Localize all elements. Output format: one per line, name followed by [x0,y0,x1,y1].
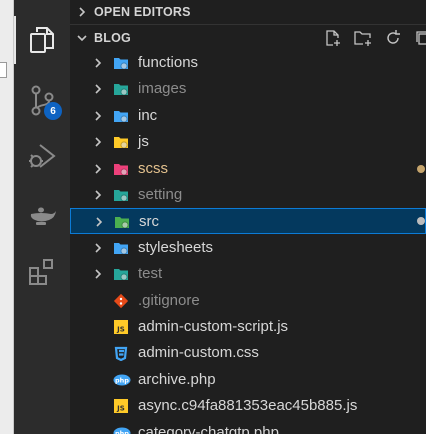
chevron-right-icon [70,6,94,18]
refresh-button[interactable] [382,27,404,49]
chevron-right-icon[interactable] [91,56,105,70]
new-folder-icon [354,31,371,46]
css-file-icon [113,345,129,362]
open-editors-title: OPEN EDITORS [94,5,191,19]
vscode-window: 6 OPEN EDITORS BLOG functions images inc… [0,0,426,434]
chevron-right-icon[interactable] [91,241,105,255]
svg-text:JS: JS [116,405,125,413]
new-folder-button[interactable] [352,27,374,49]
collapse-all-button[interactable] [412,27,426,49]
folder-stylesheets-icon [113,240,129,256]
chevron-right-icon[interactable] [91,109,105,123]
folder-header-actions [322,26,426,50]
tree-item-label: scss [138,159,168,177]
folder-test-icon [113,266,129,282]
file-row[interactable]: JS async.c94fa881353eac45b885.js [70,393,426,419]
section-divider [70,24,426,25]
folder-functions-icon [113,55,129,71]
js-file-icon: JS [113,398,129,414]
tree-item-label: archive.php [138,370,216,388]
tree-item-label: stylesheets [138,238,214,256]
adjacent-window-tab[interactable] [0,62,7,78]
folder-row-scss[interactable]: scss [70,156,426,182]
php-file-icon: php [113,372,131,388]
git-icon [113,293,129,309]
folder-title: BLOG [94,31,131,45]
refresh-icon [387,30,400,44]
extensions-icon [29,259,53,285]
new-file-icon [326,30,340,46]
folder-js-icon [113,134,129,150]
folder-header-blog[interactable]: BLOG [70,26,426,50]
svg-text:php: php [115,429,129,434]
adjacent-window-edge [0,0,14,434]
folder-row-functions[interactable]: functions [70,50,426,76]
tree-item-label: .gitignore [138,291,200,309]
collapse-all-icon [416,31,426,45]
file-row[interactable]: admin-custom.css [70,340,426,366]
file-row[interactable]: .gitignore [70,288,426,314]
chevron-right-icon[interactable] [92,215,106,229]
folder-src-icon [114,214,130,230]
open-editors-header[interactable]: OPEN EDITORS [70,0,426,24]
folder-row-images[interactable]: images [70,76,426,102]
run-debug-activity-button[interactable] [14,132,70,180]
file-row[interactable]: JS admin-custom-script.js [70,314,426,340]
tree-item-label: async.c94fa881353eac45b885.js [138,397,358,415]
tree-item-label: js [138,133,149,151]
activity-bar: 6 [14,0,70,434]
folder-scss-icon [113,161,129,177]
tree-item-label: category-chatgtp.php [138,423,279,434]
php-file-icon: php [113,425,131,434]
folder-setting-icon [113,187,129,203]
new-file-button[interactable] [322,27,344,49]
chevron-right-icon[interactable] [91,135,105,149]
folder-images-icon [113,81,129,97]
tree-item-label: admin-custom-script.js [138,318,289,335]
modified-indicator-dot [417,164,425,173]
svg-text:php: php [115,376,129,384]
source-control-badge: 6 [44,102,62,120]
explorer-activity-button[interactable] [14,16,70,64]
folder-row-inc[interactable]: inc [70,103,426,129]
chevron-down-icon [70,33,94,43]
tree-item-label: inc [138,106,158,124]
js-file-icon: JS [113,319,129,335]
folder-inc-icon [113,108,129,124]
run-debug-icon [29,144,56,168]
chevron-right-icon[interactable] [91,188,105,202]
folder-row-stylesheets[interactable]: stylesheets [70,235,426,261]
tree-item-label: src [139,213,159,231]
tree-item-label: functions [138,54,199,71]
tree-item-label: setting [138,186,183,203]
chevron-right-icon[interactable] [91,162,105,176]
chevron-right-icon[interactable] [91,82,105,96]
file-row[interactable]: php archive.php [70,367,426,393]
explorer-icon [30,27,54,53]
folder-row-src[interactable]: src [70,208,426,235]
modified-indicator-dot [417,217,425,226]
tree-item-label: admin-custom.css [138,344,259,362]
source-control-activity-button[interactable]: 6 [14,76,70,124]
tree-item-label: images [138,80,187,98]
tree-item-label: test [138,265,163,283]
explorer-panel: OPEN EDITORS BLOG functions images inc j… [70,0,426,434]
file-row[interactable]: php category-chatgtp.php [70,420,426,434]
genie-activity-button[interactable] [14,192,70,240]
extensions-activity-button[interactable] [14,248,70,296]
chevron-right-icon[interactable] [91,267,105,281]
folder-row-setting[interactable]: setting [70,182,426,208]
folder-row-test[interactable]: test [70,261,426,287]
folder-row-js[interactable]: js [70,129,426,155]
genie-lamp-icon [30,207,56,225]
svg-text:JS: JS [116,326,125,334]
